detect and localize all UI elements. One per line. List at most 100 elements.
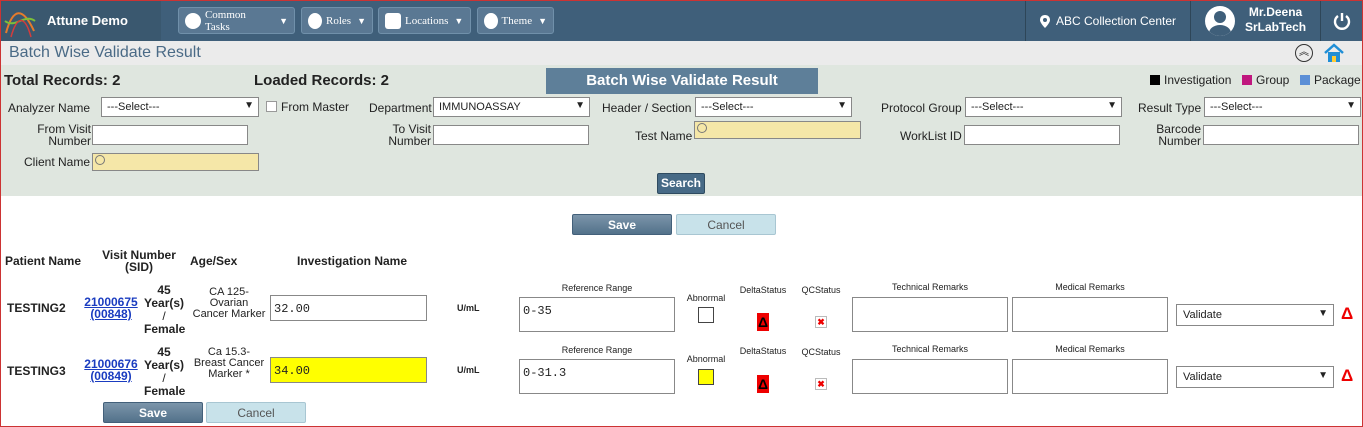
from-visit-input[interactable] xyxy=(92,125,248,145)
home-icon[interactable] xyxy=(1323,43,1345,63)
delta-status-icon[interactable]: Δ xyxy=(757,375,769,393)
from-visit-label-line2: Number xyxy=(48,134,91,148)
col-visit-number-line2: (SID) xyxy=(125,260,153,274)
reference-range-header: Reference Range xyxy=(561,283,633,293)
header-section-select[interactable]: ---Select--- ▼ xyxy=(695,97,852,117)
department-select[interactable]: IMMUNOASSAY ▼ xyxy=(433,97,590,117)
delta-icon[interactable]: Δ xyxy=(1341,304,1353,324)
nav-theme-label: Theme xyxy=(501,14,533,27)
user-name-block: Mr.Deena SrLabTech xyxy=(1245,5,1306,35)
sex: Female xyxy=(144,322,186,336)
visit-number-link[interactable]: 21000676 (00849) xyxy=(83,358,139,382)
result-type-select[interactable]: ---Select--- ▼ xyxy=(1204,97,1361,117)
abnormal-header: Abnormal xyxy=(686,354,726,364)
palette-icon xyxy=(185,12,201,29)
barcode-input[interactable] xyxy=(1203,125,1359,145)
nav-locations-label: Locations xyxy=(405,14,449,27)
protocol-group-label: Protocol Group xyxy=(881,101,962,115)
protocol-group-select[interactable]: ---Select--- ▼ xyxy=(965,97,1122,117)
nav-locations[interactable]: Locations ▼ xyxy=(378,7,471,34)
result-value-input[interactable]: 34.00 xyxy=(270,357,427,383)
result-type-label: Result Type xyxy=(1138,101,1202,115)
worklist-id-input[interactable] xyxy=(964,125,1120,145)
cancel-button-bottom[interactable]: Cancel xyxy=(206,402,306,423)
brand[interactable]: Attune Demo xyxy=(1,1,161,41)
location-selector[interactable]: ABC Collection Center xyxy=(1025,1,1190,41)
qc-status-icon[interactable]: ✖ xyxy=(815,316,827,328)
search-icon xyxy=(697,123,707,133)
delta-icon[interactable]: Δ xyxy=(1341,366,1353,386)
qc-status-header: QCStatus xyxy=(801,285,841,295)
nav-roles[interactable]: Roles ▼ xyxy=(301,7,373,34)
unit: U/mL xyxy=(457,365,480,375)
patient-name: TESTING3 xyxy=(7,364,66,378)
sid: (00848) xyxy=(90,307,132,321)
result-value-input[interactable]: 32.00 xyxy=(270,295,427,321)
caret-down-icon: ▼ xyxy=(357,15,366,26)
technical-remarks-input[interactable] xyxy=(852,297,1008,332)
legend-label: Package xyxy=(1314,73,1361,87)
dropdown-arrow-icon: ▼ xyxy=(837,100,847,111)
medical-remarks-header: Medical Remarks xyxy=(1055,282,1125,292)
age-sex: 45 Year(s) / Female xyxy=(144,284,186,336)
investigation-name: CA 125- Ovarian Cancer Marker xyxy=(191,287,267,320)
barcode-label-line2: Number xyxy=(1158,134,1201,148)
search-button[interactable]: Search xyxy=(657,173,705,194)
from-master-label: From Master xyxy=(281,100,350,114)
loaded-records: Loaded Records: 2 xyxy=(254,72,390,89)
abnormal-checkbox[interactable] xyxy=(698,369,714,385)
to-visit-label-line2: Number xyxy=(388,134,431,148)
user-menu[interactable]: Mr.Deena SrLabTech xyxy=(1190,1,1320,41)
nav-theme[interactable]: Theme ▼ xyxy=(477,7,554,34)
dropdown-arrow-icon: ▼ xyxy=(1318,308,1328,319)
abnormal-checkbox[interactable] xyxy=(698,307,714,323)
legend-swatch xyxy=(1300,75,1310,85)
reference-range-input[interactable]: 0-31.3 xyxy=(519,359,675,394)
palette-icon xyxy=(484,12,498,29)
client-name-input[interactable] xyxy=(92,153,259,171)
nav-common-tasks-label: Common Tasks xyxy=(204,8,246,33)
user-circle-icon xyxy=(308,12,323,29)
user-name: Mr.Deena xyxy=(1248,5,1303,19)
qc-status-icon[interactable]: ✖ xyxy=(815,378,827,390)
dropdown-arrow-icon: ▼ xyxy=(1318,370,1328,381)
cancel-button[interactable]: Cancel xyxy=(676,214,776,235)
reference-range-input[interactable]: 0-35 xyxy=(519,297,675,332)
delta-status-icon[interactable]: Δ xyxy=(757,313,769,331)
analyzer-name-value: ---Select--- xyxy=(107,101,160,113)
legend-label: Investigation xyxy=(1164,73,1232,87)
collapse-up-icon[interactable]: ︽ xyxy=(1295,44,1313,62)
client-name-label: Client Name xyxy=(24,155,91,169)
header-section-value: ---Select--- xyxy=(701,101,754,113)
nav-common-tasks[interactable]: Common Tasks ▼ xyxy=(178,7,295,34)
status-select[interactable]: Validate ▼ xyxy=(1176,366,1334,388)
save-button[interactable]: Save xyxy=(572,214,672,235)
investigation-line3: Cancer Marker xyxy=(192,308,266,320)
caret-down-icon: ▼ xyxy=(454,15,464,26)
analyzer-name-select[interactable]: ---Select--- ▼ xyxy=(101,97,259,117)
worklist-id-label: WorkList ID xyxy=(900,129,962,143)
status-value: Validate xyxy=(1183,309,1222,321)
visit-number-link[interactable]: 21000675 (00848) xyxy=(83,296,139,320)
dropdown-arrow-icon: ▼ xyxy=(1107,100,1117,111)
investigation-line3: Marker * xyxy=(208,368,250,380)
top-navbar: Attune Demo Common Tasks ▼ Roles ▼ Locat… xyxy=(1,1,1362,41)
technical-remarks-input[interactable] xyxy=(852,359,1008,394)
power-icon xyxy=(1333,13,1350,30)
delta-status-header: DeltaStatus xyxy=(739,285,787,295)
unit: U/mL xyxy=(457,303,480,313)
app-name: Attune Demo xyxy=(47,13,128,28)
department-value: IMMUNOASSAY xyxy=(439,101,521,113)
logout-button[interactable] xyxy=(1320,1,1362,41)
save-button-bottom[interactable]: Save xyxy=(103,402,203,423)
status-select[interactable]: Validate ▼ xyxy=(1176,304,1334,326)
legend-label: Group xyxy=(1256,73,1290,87)
patient-name: TESTING2 xyxy=(7,301,66,315)
medical-remarks-input[interactable] xyxy=(1012,359,1168,394)
to-visit-input[interactable] xyxy=(433,125,589,145)
from-master-checkbox[interactable] xyxy=(266,101,277,112)
medical-remarks-input[interactable] xyxy=(1012,297,1168,332)
sex: Female xyxy=(144,384,186,398)
technical-remarks-header: Technical Remarks xyxy=(891,344,969,354)
test-name-input[interactable] xyxy=(694,121,861,139)
